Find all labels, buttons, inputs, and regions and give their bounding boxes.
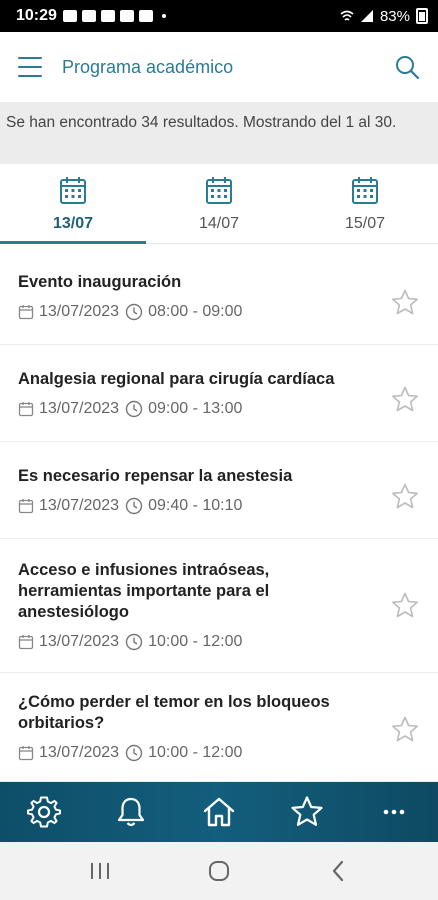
clock-icon [125, 303, 143, 320]
event-title: Evento inauguración [18, 272, 182, 291]
favorite-star-icon[interactable] [390, 591, 420, 621]
calendar-icon [18, 635, 34, 650]
tab-label: 14/07 [198, 215, 240, 232]
event-date: 13/07/2023 [39, 496, 120, 514]
event-title: Acceso e infusiones intraóseas, herramie… [18, 561, 270, 621]
nav-notifications[interactable] [111, 792, 151, 832]
calendar-icon [18, 746, 34, 761]
calendar-icon [18, 304, 34, 319]
calendar-icon [60, 177, 86, 204]
more-icon [383, 809, 405, 815]
event-item[interactable]: Analgesia regional para cirugía cardíaca… [0, 345, 438, 442]
event-date: 13/07/2023 [39, 399, 120, 417]
date-tabs: 13/07 14/07 15/07 [0, 164, 438, 244]
calendar-icon [18, 498, 34, 513]
home-icon [203, 797, 235, 827]
signal-icon [360, 10, 373, 22]
tab-label: 13/07 [52, 215, 94, 232]
favorite-star-icon[interactable] [390, 715, 420, 745]
system-nav-bar [0, 842, 438, 900]
status-time: 10:29 [16, 7, 57, 24]
event-title: ¿Cómo perder el temor en los bloqueos or… [18, 693, 330, 732]
event-time: 10:00 - 12:00 [148, 744, 243, 761]
calendar-icon [206, 177, 232, 204]
event-item[interactable]: Es necesario repensar la anestesia 13/07… [0, 442, 438, 539]
recent-apps-icon [90, 863, 109, 879]
clock-icon [125, 400, 143, 417]
calendar-icon [352, 177, 378, 204]
calendar-icon [18, 401, 34, 416]
event-item[interactable]: ¿Cómo perder el temor en los bloqueos or… [0, 673, 438, 782]
event-date: 13/07/2023 [39, 302, 120, 320]
tab-15-07[interactable]: 15/07 [292, 164, 438, 243]
bottom-nav [0, 782, 438, 842]
menu-icon[interactable] [18, 57, 42, 77]
event-title: Analgesia regional para cirugía cardíaca [18, 369, 335, 388]
favorite-star-icon[interactable] [390, 385, 420, 415]
wifi-icon [340, 10, 354, 21]
home-circle-icon [208, 861, 229, 881]
home-button[interactable] [204, 856, 234, 886]
event-time: 09:40 - 10:10 [148, 496, 243, 514]
nav-home[interactable] [199, 792, 239, 832]
notification-icons [62, 10, 170, 22]
settings-icon [26, 796, 61, 828]
tab-13-07[interactable]: 13/07 [0, 164, 146, 244]
event-list: Evento inauguración 13/07/2023 08:00 - 0… [0, 248, 438, 782]
favorite-star-icon[interactable] [390, 288, 420, 318]
tab-14-07[interactable]: 14/07 [146, 164, 292, 243]
status-bar: 10:29 83% [0, 0, 438, 32]
battery-percent: 83% [379, 7, 410, 25]
clock-icon [125, 497, 143, 514]
app-bar: Programa académico [0, 32, 438, 102]
star-icon [290, 796, 323, 826]
event-time: 08:00 - 09:00 [148, 302, 243, 320]
event-item[interactable]: Acceso e infusiones intraóseas, herramie… [0, 539, 438, 673]
event-time: 09:00 - 13:00 [148, 399, 243, 417]
tab-label: 15/07 [344, 215, 386, 232]
back-button[interactable] [323, 856, 353, 886]
event-title: Es necesario repensar la anestesia [18, 466, 293, 485]
results-summary: Se han encontrado 34 resultados. Mostran… [0, 102, 438, 164]
battery-icon [416, 8, 428, 24]
nav-favorites[interactable] [287, 792, 327, 832]
favorite-star-icon[interactable] [390, 482, 420, 512]
back-icon [333, 860, 344, 882]
recent-apps-button[interactable] [85, 856, 115, 886]
page-title: Programa académico [62, 56, 234, 77]
event-date: 13/07/2023 [39, 633, 120, 650]
event-date: 13/07/2023 [39, 744, 120, 761]
bell-icon [118, 797, 145, 827]
event-time: 10:00 - 12:00 [148, 633, 243, 650]
nav-settings[interactable] [24, 792, 64, 832]
search-icon[interactable] [394, 54, 420, 80]
clock-icon [125, 744, 143, 762]
nav-more[interactable] [374, 792, 414, 832]
clock-icon [125, 633, 143, 651]
event-item[interactable]: Evento inauguración 13/07/2023 08:00 - 0… [0, 248, 438, 345]
